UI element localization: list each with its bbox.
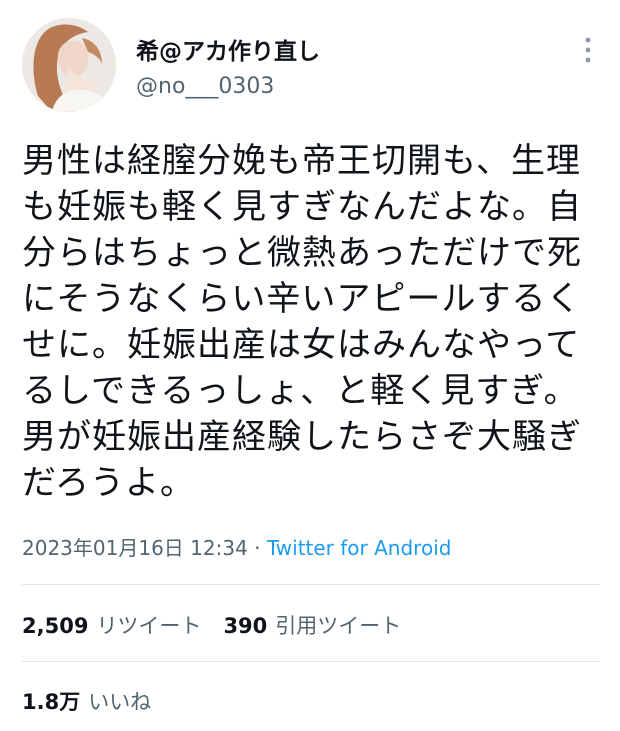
avatar-image xyxy=(22,18,116,112)
more-vertical-icon[interactable] xyxy=(580,36,596,64)
quotes-label: 引用ツイート xyxy=(275,614,402,638)
retweets-stat[interactable]: 2,509 リツイート xyxy=(22,614,201,638)
retweet-stats-row: 2,509 リツイート 390 引用ツイート xyxy=(22,610,401,640)
quotes-count: 390 xyxy=(223,614,268,638)
meta-separator: · xyxy=(247,536,267,560)
display-name[interactable]: 希@アカ作り直し xyxy=(136,32,320,66)
retweets-count: 2,509 xyxy=(22,614,89,638)
likes-label: いいね xyxy=(88,690,152,714)
tweet-text: 男性は経膣分娩も帝王切開も、生理も妊娠も軽く見すぎなんだよな。自分らはちょっと微… xyxy=(22,141,582,503)
likes-stat[interactable]: 1.8万 いいね xyxy=(22,690,151,714)
quotes-stat[interactable]: 390 引用ツイート xyxy=(223,614,401,638)
tweet-detail: 希@アカ作り直し @no___0303 男性は経膣分娩も帝王切開も、生理も妊娠も… xyxy=(0,0,620,731)
tweet-meta: 2023年01月16日 12:34 · Twitter for Android xyxy=(22,532,451,561)
tweet-timestamp[interactable]: 2023年01月16日 12:34 xyxy=(22,536,248,560)
likes-count: 1.8万 xyxy=(22,690,81,714)
likes-stats-row: 1.8万 いいね xyxy=(22,686,151,716)
user-handle[interactable]: @no___0303 xyxy=(136,74,274,99)
avatar[interactable] xyxy=(22,18,116,112)
tweet-source-link[interactable]: Twitter for Android xyxy=(267,536,452,560)
divider xyxy=(22,661,600,662)
retweets-label: リツイート xyxy=(96,614,202,638)
divider xyxy=(22,584,600,585)
tweet-header: 希@アカ作り直し @no___0303 xyxy=(22,18,602,114)
